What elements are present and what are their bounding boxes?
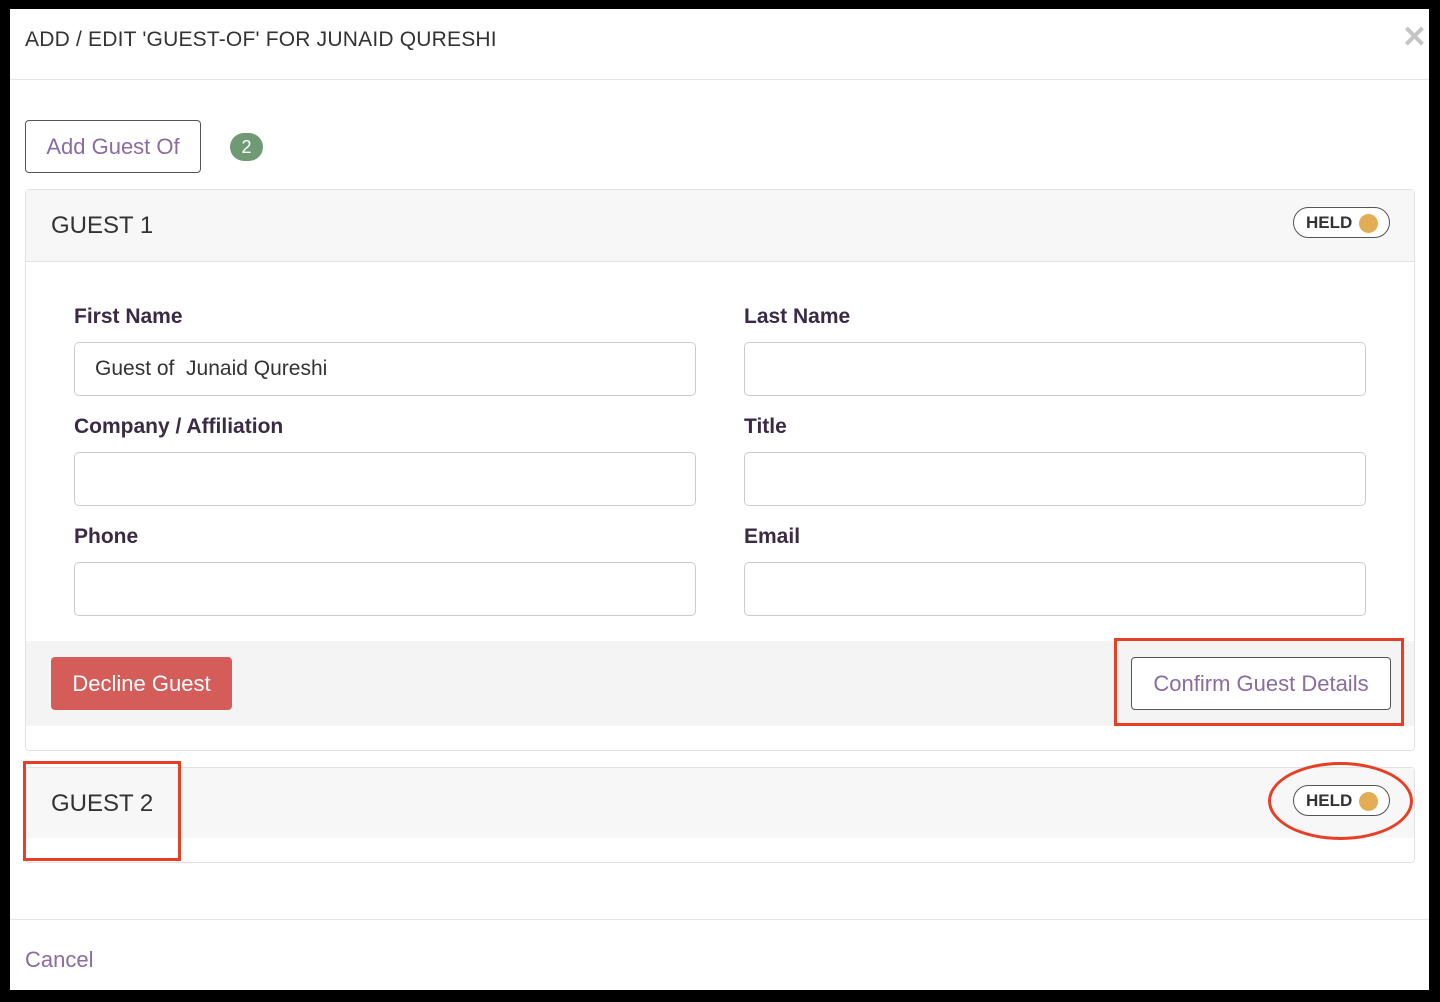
decline-guest-button[interactable]: Decline Guest bbox=[51, 657, 232, 710]
last-name-field[interactable] bbox=[744, 342, 1366, 396]
guest-1-header[interactable]: GUEST 1 HELD bbox=[26, 190, 1414, 262]
status-dot-icon bbox=[1359, 792, 1378, 811]
email-field[interactable] bbox=[744, 562, 1366, 616]
first-name-field[interactable] bbox=[74, 342, 696, 396]
add-guest-of-button[interactable]: Add Guest Of bbox=[25, 120, 201, 173]
modal-title: ADD / EDIT 'GUEST-OF' FOR JUNAID QURESHI bbox=[25, 28, 497, 51]
confirm-guest-details-button[interactable]: Confirm Guest Details bbox=[1131, 657, 1391, 710]
status-text: HELD bbox=[1306, 791, 1353, 810]
guest-2-header[interactable]: GUEST 2 HELD bbox=[26, 768, 1414, 838]
modal-header: ADD / EDIT 'GUEST-OF' FOR JUNAID QURESHI… bbox=[10, 9, 1429, 80]
phone-label: Phone bbox=[74, 525, 139, 548]
company-field[interactable] bbox=[74, 452, 696, 506]
status-badge: HELD bbox=[1293, 207, 1390, 238]
status-text: HELD bbox=[1306, 213, 1353, 232]
last-name-label: Last Name bbox=[744, 305, 851, 328]
company-label: Company / Affiliation bbox=[74, 415, 284, 438]
guest-2-title: GUEST 2 bbox=[51, 790, 154, 817]
cancel-link[interactable]: Cancel bbox=[25, 947, 93, 973]
title-field[interactable] bbox=[744, 452, 1366, 506]
guest-2-panel: GUEST 2 HELD bbox=[25, 767, 1415, 863]
guest-1-panel: GUEST 1 HELD First Name Last Name Compan… bbox=[25, 189, 1415, 751]
title-label: Title bbox=[744, 415, 787, 438]
guest-1-actions: Decline Guest Confirm Guest Details bbox=[26, 641, 1414, 726]
phone-field[interactable] bbox=[74, 562, 696, 616]
close-icon[interactable]: ✕ bbox=[1402, 23, 1427, 53]
status-badge: HELD bbox=[1293, 785, 1390, 816]
guest-of-modal: ADD / EDIT 'GUEST-OF' FOR JUNAID QURESHI… bbox=[10, 9, 1429, 990]
modal-footer: Cancel bbox=[10, 919, 1429, 990]
email-label: Email bbox=[744, 525, 801, 548]
guest-count-badge: 2 bbox=[230, 133, 263, 161]
guest-1-title: GUEST 1 bbox=[51, 212, 154, 239]
status-dot-icon bbox=[1359, 214, 1378, 233]
first-name-label: First Name bbox=[74, 305, 183, 328]
